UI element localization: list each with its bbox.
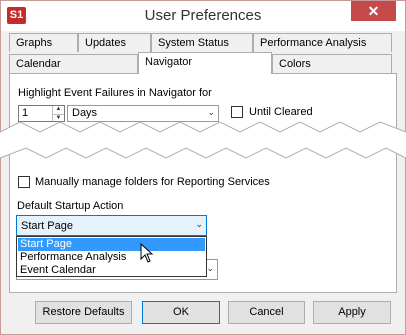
highlight-failures-label: Highlight Event Failures in Navigator fo…	[18, 87, 212, 99]
until-cleared-label: Until Cleared	[249, 106, 313, 118]
dropdown-option-performance-analysis[interactable]: Performance Analysis	[18, 251, 205, 264]
manual-folders-label: Manually manage folders for Reporting Se…	[35, 176, 270, 188]
chevron-down-icon: ⌄	[195, 219, 203, 229]
restore-defaults-button[interactable]: Restore Defaults	[35, 301, 132, 324]
tab-navigator[interactable]: Navigator	[138, 52, 272, 74]
startup-action-select[interactable]: Start Page ⌄	[16, 215, 207, 236]
cancel-button[interactable]: Cancel	[228, 301, 305, 324]
manual-folders-checkbox[interactable]	[18, 176, 30, 188]
ok-button[interactable]: OK	[142, 301, 220, 324]
stepper-up-icon[interactable]: ▲	[53, 106, 64, 113]
tab-calendar[interactable]: Calendar	[9, 54, 138, 73]
window-title: User Preferences	[144, 7, 262, 24]
dropdown-option-start-page[interactable]: Start Page	[18, 238, 205, 251]
tab-system-status[interactable]: System Status	[151, 33, 253, 52]
default-startup-label: Default Startup Action	[17, 200, 124, 212]
dropdown-option-event-calendar[interactable]: Event Calendar	[18, 264, 205, 277]
mouse-cursor-icon	[140, 243, 154, 263]
startup-action-dropdown: Start Page Performance Analysis Event Ca…	[16, 236, 207, 277]
title-bar: S1 User Preferences ✕	[1, 1, 405, 31]
close-button[interactable]: ✕	[351, 1, 396, 21]
tab-graphs[interactable]: Graphs	[9, 33, 78, 52]
tab-updates[interactable]: Updates	[78, 33, 151, 52]
torn-edge-graphic	[0, 121, 406, 159]
tab-performance-analysis[interactable]: Performance Analysis	[253, 33, 392, 52]
until-cleared-checkbox[interactable]	[231, 106, 243, 118]
chevron-down-icon: ⌄	[207, 107, 215, 117]
apply-button[interactable]: Apply	[313, 301, 391, 324]
chevron-down-icon: ⌄	[206, 263, 214, 273]
startup-action-value: Start Page	[21, 220, 73, 232]
tab-colors[interactable]: Colors	[272, 54, 392, 73]
